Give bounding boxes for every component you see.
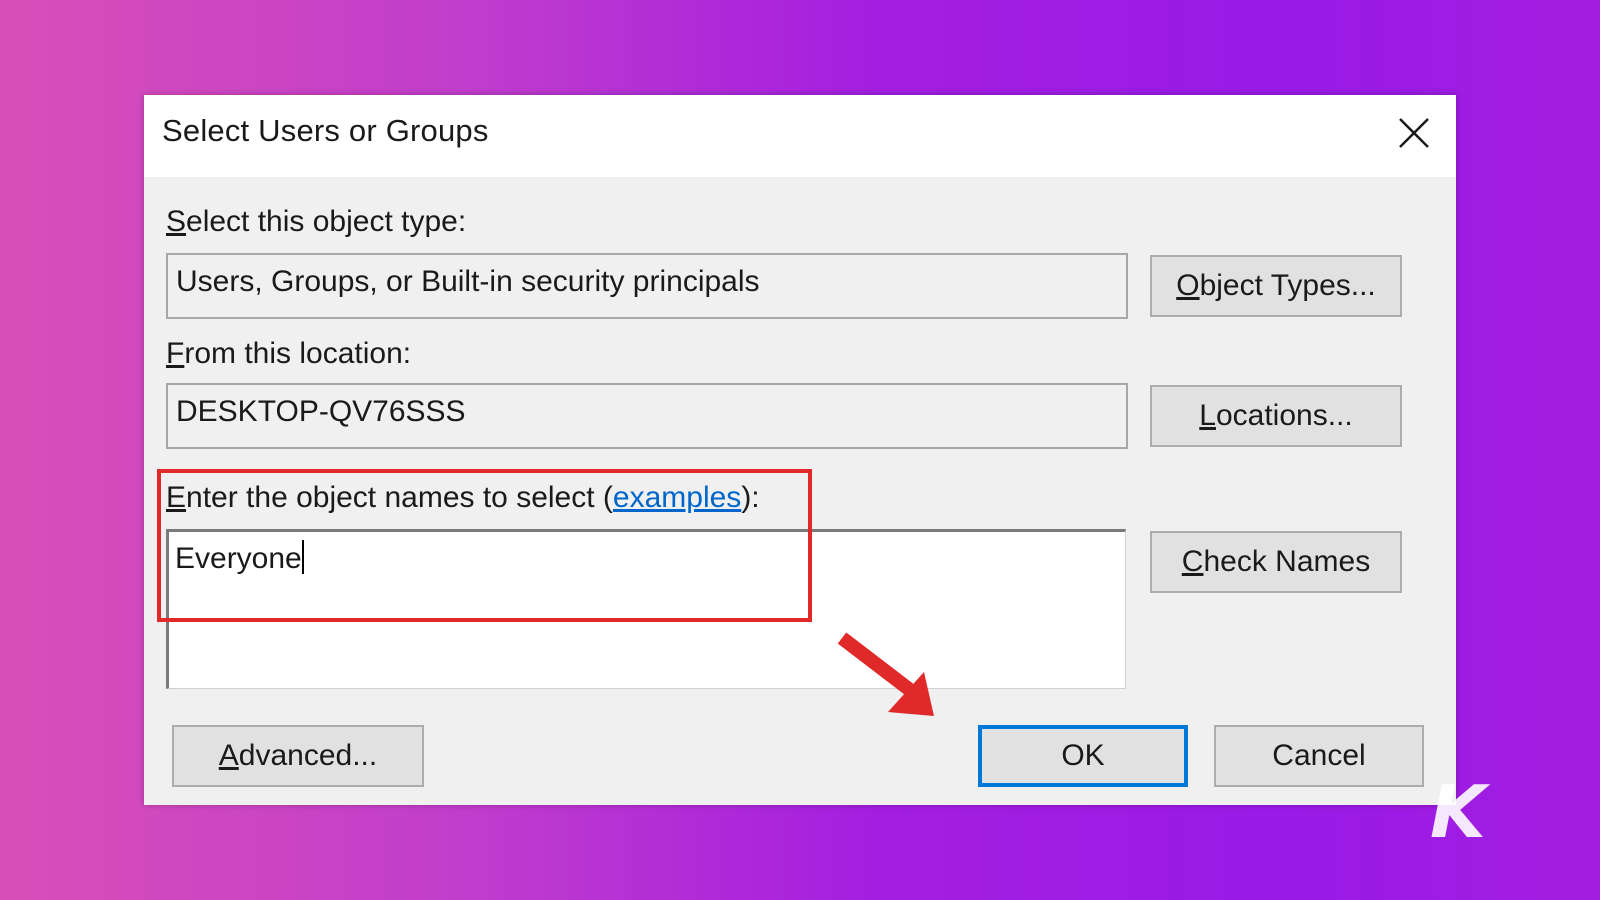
knowtechie-k-logo: K [1430, 770, 1486, 854]
object-names-value: Everyone [175, 542, 302, 575]
ok-button[interactable]: OK [978, 725, 1188, 787]
locations-button[interactable]: Locations... [1150, 385, 1402, 447]
red-arrow-icon [838, 632, 934, 716]
dialog-title: Select Users or Groups [162, 113, 489, 148]
examples-link[interactable]: examples [613, 481, 741, 514]
object-names-label: Enter the object names to select (exampl… [166, 481, 760, 514]
check-names-button[interactable]: Check Names [1150, 531, 1402, 593]
close-button[interactable] [1390, 109, 1438, 157]
object-type-field: Users, Groups, or Built-in security prin… [166, 253, 1128, 319]
object-type-label: Select this object type: [166, 205, 467, 238]
close-icon [1399, 118, 1429, 148]
object-types-button[interactable]: Object Types... [1150, 255, 1402, 317]
location-label: From this location: [166, 337, 412, 370]
text-caret [301, 540, 304, 574]
location-field: DESKTOP-QV76SSS [166, 383, 1128, 449]
cancel-button[interactable]: Cancel [1214, 725, 1424, 787]
object-names-input[interactable]: Everyone [166, 529, 1126, 689]
advanced-button[interactable]: Advanced... [172, 725, 424, 787]
dialog-titlebar: Select Users or Groups [144, 95, 1456, 177]
select-users-dialog: Select Users or Groups Select this objec… [144, 95, 1456, 805]
